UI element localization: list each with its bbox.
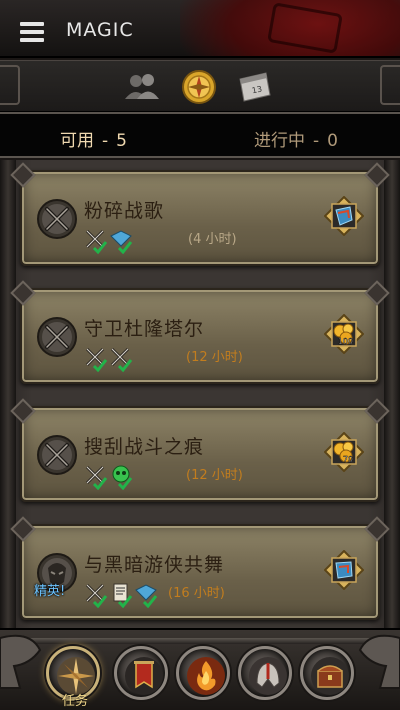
- tab-available-label: 可用: [60, 131, 94, 151]
- reward-amount: 70: [343, 455, 353, 464]
- blue-gem-icon: [134, 582, 158, 608]
- crossed-swords-icon: [84, 346, 108, 372]
- fire-icon: [187, 657, 225, 695]
- crossed-swords-icon: [84, 464, 108, 490]
- nav-missions-label: 任务: [62, 694, 89, 709]
- compass-icon[interactable]: [180, 69, 218, 105]
- dragon-claw-ornament-icon: [0, 634, 42, 689]
- mission-card[interactable]: 守卫杜隆塔尔 (12 小时) 100: [20, 288, 380, 384]
- frame-corner: [380, 65, 400, 105]
- banner-icon: [125, 657, 163, 695]
- tab-available[interactable]: 可用 -5: [60, 126, 127, 151]
- scroll-icon: [109, 582, 133, 608]
- tab-separator: -: [313, 131, 320, 151]
- reward-amount: 100: [338, 337, 353, 346]
- people-icon[interactable]: [123, 69, 161, 105]
- mission-card[interactable]: 粉碎战歌 (4 小时): [20, 170, 380, 266]
- frame-rail: [384, 160, 400, 628]
- mission-duration: (12 小时): [186, 350, 243, 365]
- chest-icon: [311, 657, 349, 695]
- nav-banner-button[interactable]: [114, 646, 168, 700]
- frame-rail: [0, 160, 16, 628]
- gold-coins-icon[interactable]: 70: [323, 431, 365, 473]
- requirement-list: [84, 228, 133, 254]
- bottom-nav: [0, 628, 400, 710]
- dragon-claw-ornament-icon: [358, 634, 400, 689]
- elite-badge: 精英!: [34, 584, 66, 599]
- armor-piece-icon[interactable]: [324, 196, 364, 236]
- calendar-icon[interactable]: 13: [236, 69, 274, 105]
- mission-card[interactable]: 搜刮战斗之痕 (12 小时) 70: [20, 406, 380, 502]
- frame-corner: [0, 65, 20, 105]
- gold-coins-icon[interactable]: 100: [323, 313, 365, 355]
- mission-duration: (4 小时): [188, 232, 237, 247]
- tab-in-progress[interactable]: 进行中 -0: [254, 126, 338, 151]
- page-title: MAGIC: [66, 19, 134, 41]
- nav-helmet-button[interactable]: [238, 646, 292, 700]
- mission-title: 搜刮战斗之痕: [84, 436, 205, 458]
- mission-title: 粉碎战歌: [84, 200, 165, 222]
- menu-icon[interactable]: [20, 22, 44, 42]
- crossed-swords-icon: [84, 582, 108, 608]
- mission-duration: (12 小时): [186, 468, 243, 483]
- helmet-icon: [249, 657, 287, 695]
- mission-title: 守卫杜隆塔尔: [84, 318, 205, 340]
- mission-card[interactable]: 精英! 与黑暗游侠共舞 (16 小时): [20, 524, 380, 620]
- mission-duration: (16 小时): [168, 586, 225, 601]
- top-bar: MAGIC: [0, 0, 400, 58]
- crossed-swords-icon: [84, 228, 108, 254]
- crossed-swords-emblem-icon: [37, 199, 77, 239]
- tab-in-progress-count: 0: [327, 131, 338, 151]
- category-icon-bar: 13: [0, 60, 400, 112]
- crossed-swords-emblem-icon: [37, 317, 77, 357]
- green-skull-icon: [109, 464, 133, 490]
- mission-tabs: 可用 -5 进行中 -0: [0, 112, 400, 158]
- tab-separator: -: [102, 131, 109, 151]
- mission-title: 与黑暗游侠共舞: [84, 554, 225, 576]
- nav-chest-button[interactable]: [300, 646, 354, 700]
- frame-rail: [0, 638, 400, 644]
- tab-in-progress-label: 进行中: [254, 131, 305, 151]
- requirement-list: [84, 346, 133, 372]
- nav-fire-button[interactable]: [176, 646, 230, 700]
- crossed-swords-icon: [109, 346, 133, 372]
- blue-gem-icon: [109, 228, 133, 254]
- requirement-list: [84, 582, 158, 608]
- mission-list[interactable]: 粉碎战歌 (4 小时) 守卫杜隆塔尔 (12 小时) 100 搜刮战斗之痕 (1…: [0, 160, 400, 628]
- crossed-swords-emblem-icon: [37, 435, 77, 475]
- armor-piece-icon[interactable]: [324, 550, 364, 590]
- tab-available-count: 5: [116, 131, 127, 151]
- requirement-list: [84, 464, 133, 490]
